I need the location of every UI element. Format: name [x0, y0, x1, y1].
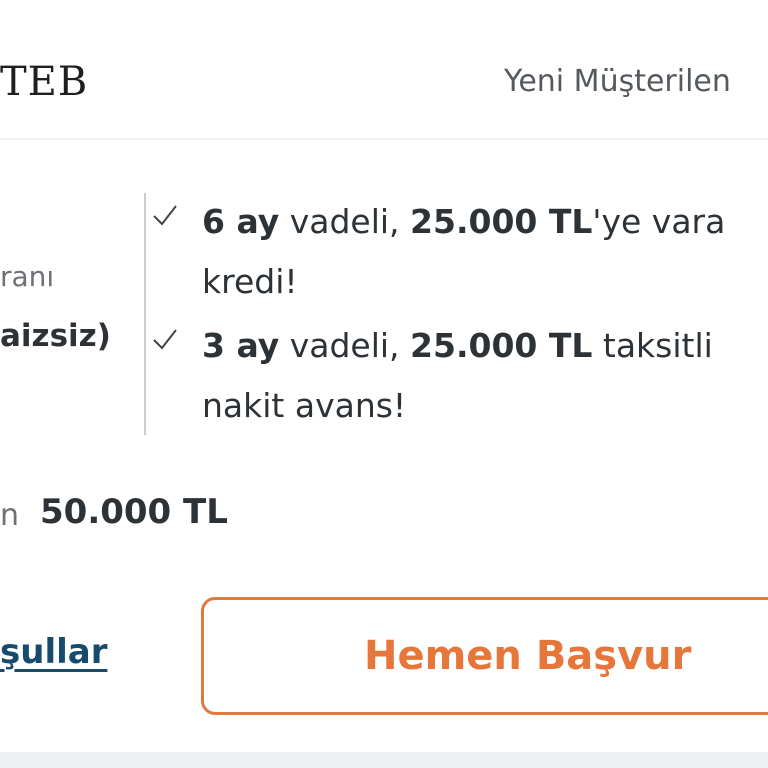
benefit-highlight-amount: 25.000 TL: [410, 326, 593, 365]
benefit-highlight-duration: 3 ay: [202, 326, 280, 365]
benefit-text-line2: nakit avans!: [202, 386, 407, 425]
benefit-text-part: vadeli,: [279, 202, 411, 241]
rate-value: aizsiz): [0, 318, 111, 354]
benefit-text: 6 ay vadeli, 25.000 TL'ye vara kredi!: [202, 192, 725, 312]
benefit-item-2: 3 ay vadeli, 25.000 TL taksitli nakit av…: [146, 316, 768, 446]
amount-label: n: [0, 498, 20, 533]
check-icon: [153, 329, 177, 350]
benefit-highlight-amount: 25.000 TL: [410, 202, 593, 241]
header: TEB Yeni Müşterilen: [0, 0, 768, 140]
teb-logo[interactable]: TEB: [0, 56, 88, 108]
amount-value: 50.000 TL: [40, 492, 228, 532]
terms-link[interactable]: şullar: [0, 632, 107, 672]
benefit-text-part: 'ye vara: [592, 202, 726, 241]
apply-now-button[interactable]: Hemen Başvur: [201, 597, 768, 715]
bottom-bar: [0, 752, 768, 768]
benefit-text-line2: kredi!: [202, 262, 298, 301]
new-customers-link[interactable]: Yeni Müşterilen: [504, 58, 731, 106]
benefit-text-part: vadeli,: [279, 326, 411, 365]
benefit-text: 3 ay vadeli, 25.000 TL taksitli nakit av…: [202, 316, 713, 436]
check-icon: [153, 205, 177, 226]
benefit-text-part: taksitli: [592, 326, 713, 365]
rate-label: ranı: [0, 260, 55, 293]
benefit-highlight-duration: 6 ay: [202, 202, 280, 241]
benefit-item-1: 6 ay vadeli, 25.000 TL'ye vara kredi!: [146, 192, 768, 322]
